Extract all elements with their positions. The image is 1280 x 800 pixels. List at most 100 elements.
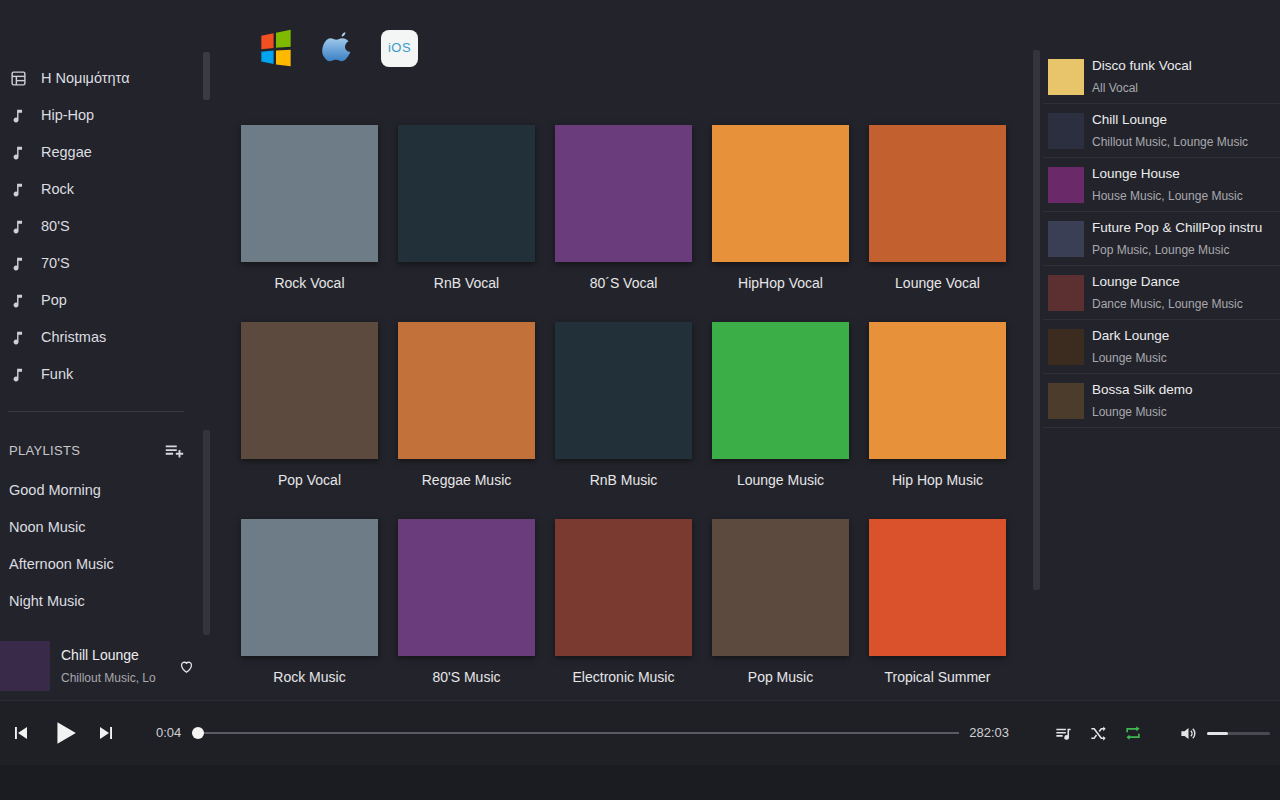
queue-cover xyxy=(1048,275,1084,311)
player-bar: 0:04282:03 xyxy=(0,700,1280,765)
playlist-label: Good Morning xyxy=(9,480,101,502)
music-note-icon xyxy=(10,329,27,346)
sidebar-item[interactable]: Η Νομιμότητα xyxy=(0,60,203,97)
queue-icon[interactable] xyxy=(1054,724,1073,743)
heart-icon[interactable] xyxy=(178,658,195,675)
album-card[interactable]: 80'S Music xyxy=(398,519,535,716)
playlist-item[interactable]: Noon Music xyxy=(0,509,203,546)
queue-item[interactable]: Dark LoungeLounge Music xyxy=(1043,320,1280,374)
queue-text: Dark LoungeLounge Music xyxy=(1092,326,1169,367)
album-card[interactable]: Rock Vocal xyxy=(241,125,378,322)
sidebar-item[interactable]: Christmas xyxy=(0,319,203,356)
album-title: Rock Vocal xyxy=(274,273,344,294)
playlist-item[interactable]: Afternoon Music xyxy=(0,546,203,583)
ios-label: iOS xyxy=(388,38,411,58)
scrollbar[interactable] xyxy=(203,52,210,397)
album-card[interactable]: RnB Vocal xyxy=(398,125,535,322)
now-playing[interactable]: Chill LoungeChillout Music, Lo xyxy=(0,635,212,697)
album-card[interactable]: Lounge Music xyxy=(712,322,849,519)
progress-knob[interactable] xyxy=(192,727,204,739)
album-card[interactable]: Pop Music xyxy=(712,519,849,716)
now-playing-cover xyxy=(0,641,50,691)
now-playing-text: Chill LoungeChillout Music, Lo xyxy=(61,645,171,687)
add-playlist-icon[interactable] xyxy=(163,440,185,462)
play-icon[interactable] xyxy=(52,719,78,747)
album-title: Rock Music xyxy=(273,667,345,688)
scrollbar-thumb[interactable] xyxy=(203,52,210,100)
sidebar-label: Rock xyxy=(41,179,74,201)
album-card[interactable]: Pop Vocal xyxy=(241,322,378,519)
sidebar-item[interactable]: Funk xyxy=(0,356,203,393)
sidebar-label: Hip-Hop xyxy=(41,105,94,127)
album-card[interactable]: Rock Music xyxy=(241,519,378,716)
album-card[interactable]: HipHop Vocal xyxy=(712,125,849,322)
sidebar-item[interactable]: Reggae xyxy=(0,134,203,171)
queue-text: Lounge DanceDance Music, Lounge Music xyxy=(1092,272,1243,313)
album-title: Pop Vocal xyxy=(278,470,341,491)
windows-logo-icon[interactable] xyxy=(249,26,303,70)
shuffle-icon[interactable] xyxy=(1089,724,1108,743)
album-title: Tropical Summer xyxy=(884,667,990,688)
album-card[interactable]: RnB Music xyxy=(555,322,692,519)
queue-text: Bossa Silk demoLounge Music xyxy=(1092,380,1193,421)
sidebar-label: Funk xyxy=(41,364,73,386)
queue-subtitle: House Music, Lounge Music xyxy=(1092,187,1243,205)
divider xyxy=(8,411,184,412)
album-cover xyxy=(398,322,535,459)
music-note-icon xyxy=(10,366,27,383)
album-cover xyxy=(712,125,849,262)
sidebar-label: Christmas xyxy=(41,327,106,349)
album-title: Lounge Music xyxy=(737,470,824,491)
queue-title: Chill Lounge xyxy=(1092,110,1248,130)
queue-text: Disco funk VocalAll Vocal xyxy=(1092,56,1192,97)
album-title: 80´S Vocal xyxy=(590,273,658,294)
now-playing-title: Chill Lounge xyxy=(61,645,171,666)
album-title: RnB Vocal xyxy=(434,273,499,294)
album-card[interactable]: Tropical Summer xyxy=(869,519,1006,716)
sidebar-label: Η Νομιμότητα xyxy=(41,68,130,90)
queue-item[interactable]: Future Pop & ChillPop instruPop Music, L… xyxy=(1043,212,1280,266)
album-card[interactable]: Reggae Music xyxy=(398,322,535,519)
queue-item[interactable]: Lounge HouseHouse Music, Lounge Music xyxy=(1043,158,1280,212)
repeat-icon[interactable] xyxy=(1123,723,1143,743)
album-card[interactable]: Hip Hop Music xyxy=(869,322,1006,519)
sidebar-label: Pop xyxy=(41,290,67,312)
album-card[interactable]: Lounge Vocal xyxy=(869,125,1006,322)
music-note-icon xyxy=(10,181,27,198)
queue-title: Dark Lounge xyxy=(1092,326,1169,346)
next-icon[interactable] xyxy=(97,724,115,742)
nav-section: Η Νομιμότητα Hip-Hop Reggae Rock 80'S70'S Pop… xyxy=(0,52,212,397)
album-cover xyxy=(555,125,692,262)
music-note-icon xyxy=(10,218,27,235)
progress-track[interactable] xyxy=(192,732,959,734)
playlist-item[interactable]: Night Music xyxy=(0,583,203,620)
volume-icon[interactable] xyxy=(1179,724,1198,743)
queue-item[interactable]: Bossa Silk demoLounge Music xyxy=(1043,374,1280,428)
queue-title: Future Pop & ChillPop instru xyxy=(1092,218,1262,238)
elapsed-time: 0:04 xyxy=(156,723,181,743)
album-card[interactable]: Electronic Music xyxy=(555,519,692,716)
sidebar-item[interactable]: Pop xyxy=(0,282,203,319)
queue-item[interactable]: Chill LoungeChillout Music, Lounge Music xyxy=(1043,104,1280,158)
sidebar-label: Reggae xyxy=(41,142,92,164)
queue-item[interactable]: Disco funk VocalAll Vocal xyxy=(1043,50,1280,104)
album-cover xyxy=(869,519,1006,656)
music-note-icon xyxy=(10,144,27,161)
apple-logo-icon[interactable] xyxy=(317,26,359,70)
sidebar-item[interactable]: 80'S xyxy=(0,208,203,245)
volume-track[interactable] xyxy=(1207,732,1270,735)
album-cover xyxy=(398,519,535,656)
sidebar-item[interactable]: Hip-Hop xyxy=(0,97,203,134)
album-cover xyxy=(555,322,692,459)
sidebar-item[interactable]: Rock xyxy=(0,171,203,208)
scrollbar-thumb[interactable] xyxy=(203,430,210,635)
album-cover xyxy=(555,519,692,656)
scrollbar-thumb[interactable] xyxy=(1033,50,1040,590)
album-card[interactable]: 80´S Vocal xyxy=(555,125,692,322)
previous-icon[interactable] xyxy=(12,724,30,742)
sidebar-item[interactable]: 70'S xyxy=(0,245,203,282)
queue-item[interactable]: Lounge DanceDance Music, Lounge Music xyxy=(1043,266,1280,320)
queue-title: Bossa Silk demo xyxy=(1092,380,1193,400)
ios-badge[interactable]: iOS xyxy=(381,30,418,67)
playlist-item[interactable]: Good Morning xyxy=(0,472,203,509)
